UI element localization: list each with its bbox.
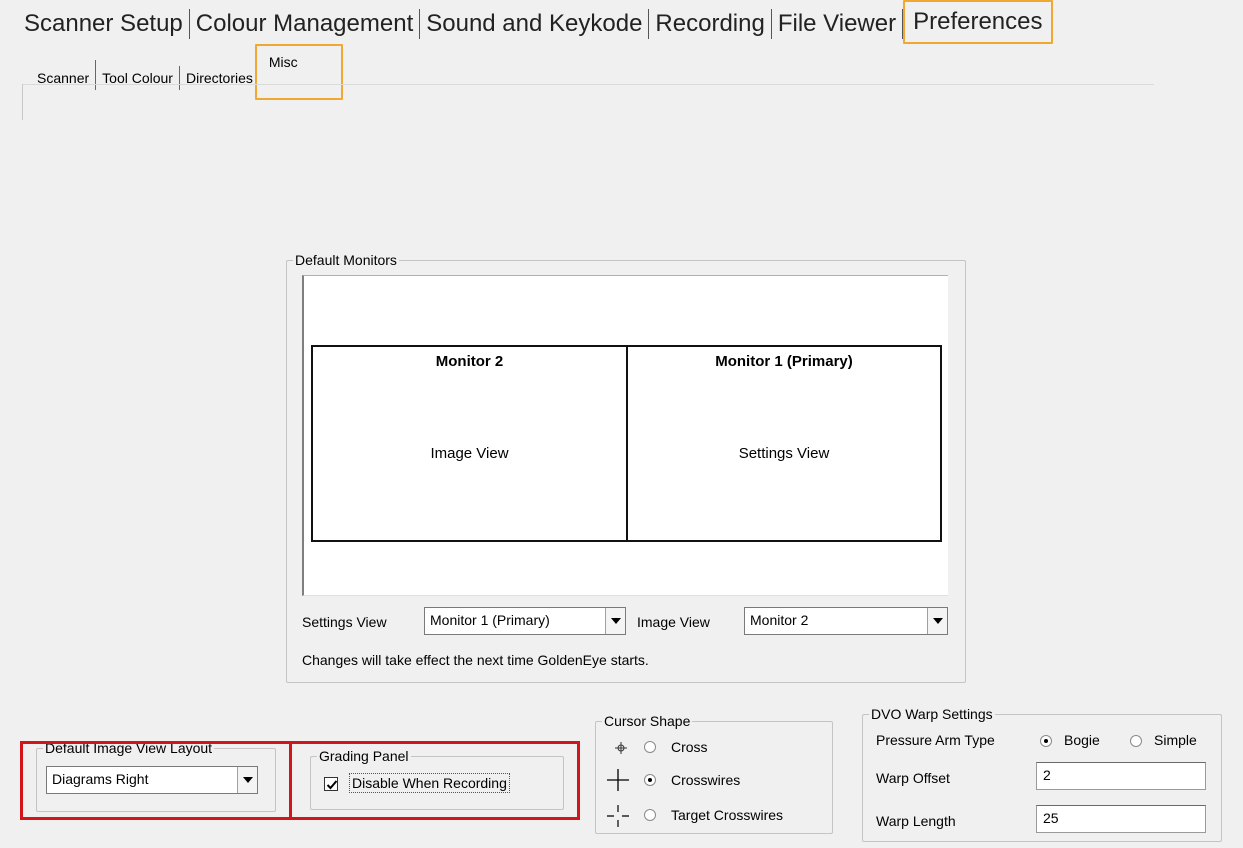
monitor-2-box[interactable]: Monitor 2 Image View xyxy=(311,345,628,542)
tab-colour-management[interactable]: Colour Management xyxy=(190,4,419,44)
chevron-down-icon[interactable] xyxy=(605,608,625,634)
highlight-box xyxy=(20,741,292,820)
tab-recording[interactable]: Recording xyxy=(649,4,770,44)
image-view-select[interactable]: Monitor 2 xyxy=(744,607,948,635)
tab-sound-and-keykode[interactable]: Sound and Keykode xyxy=(420,4,648,44)
main-tab-bar: Scanner Setup Colour Management Sound an… xyxy=(18,0,1053,44)
dvo-warp-legend: DVO Warp Settings xyxy=(869,706,995,722)
subtab-scanner[interactable]: Scanner xyxy=(31,64,95,92)
pressure-arm-type-label: Pressure Arm Type xyxy=(876,732,995,748)
warp-offset-field[interactable]: 2 xyxy=(1036,762,1206,790)
crosswires-cursor-icon xyxy=(607,769,629,791)
warp-offset-label: Warp Offset xyxy=(876,770,950,786)
cursor-target-crosswires-radio[interactable] xyxy=(644,809,656,821)
monitor-1-box[interactable]: Monitor 1 (Primary) Settings View xyxy=(626,345,942,542)
tab-scanner-setup[interactable]: Scanner Setup xyxy=(18,4,189,44)
cursor-cross-radio[interactable] xyxy=(644,741,656,753)
tab-preferences[interactable]: Preferences xyxy=(903,0,1053,44)
chevron-down-icon[interactable] xyxy=(927,608,947,634)
monitor-2-view: Image View xyxy=(430,445,509,462)
pressure-arm-simple-label: Simple xyxy=(1154,732,1197,748)
tab-file-viewer[interactable]: File Viewer xyxy=(772,4,902,44)
warp-length-field[interactable]: 25 xyxy=(1036,805,1206,833)
subtab-misc-label: Misc xyxy=(268,54,298,70)
cursor-cross-label: Cross xyxy=(671,739,708,755)
pressure-arm-simple-radio[interactable] xyxy=(1130,735,1142,747)
default-monitors-legend: Default Monitors xyxy=(293,252,399,268)
sub-tab-bar: Scanner Tool Colour Directories Misc xyxy=(31,44,343,100)
tab-panel-border xyxy=(22,84,1154,85)
monitor-1-view: Settings View xyxy=(738,445,830,462)
subtab-tool-colour[interactable]: Tool Colour xyxy=(96,64,179,92)
settings-view-label: Settings View xyxy=(302,614,387,630)
highlight-box xyxy=(289,741,580,820)
cross-cursor-icon xyxy=(615,742,627,754)
pressure-arm-bogie-label: Bogie xyxy=(1064,732,1100,748)
restart-note: Changes will take effect the next time G… xyxy=(302,652,649,668)
image-view-value: Monitor 2 xyxy=(750,612,809,628)
subtab-misc[interactable]: Misc xyxy=(95,44,343,100)
subtab-directories[interactable]: Directories xyxy=(180,64,259,92)
warp-length-label: Warp Length xyxy=(876,813,956,829)
cursor-crosswires-radio[interactable] xyxy=(644,774,656,786)
monitor-2-title: Monitor 2 xyxy=(435,353,504,370)
cursor-shape-legend: Cursor Shape xyxy=(602,713,693,729)
tab-panel-border xyxy=(22,84,23,120)
image-view-label: Image View xyxy=(637,614,710,630)
cursor-target-crosswires-label: Target Crosswires xyxy=(671,807,784,823)
pressure-arm-bogie-radio[interactable] xyxy=(1040,735,1052,747)
target-crosswires-cursor-icon xyxy=(607,805,629,827)
settings-view-value: Monitor 1 (Primary) xyxy=(430,612,550,628)
cursor-crosswires-label: Crosswires xyxy=(671,772,741,788)
monitor-1-title: Monitor 1 (Primary) xyxy=(715,353,853,370)
settings-view-select[interactable]: Monitor 1 (Primary) xyxy=(424,607,626,635)
